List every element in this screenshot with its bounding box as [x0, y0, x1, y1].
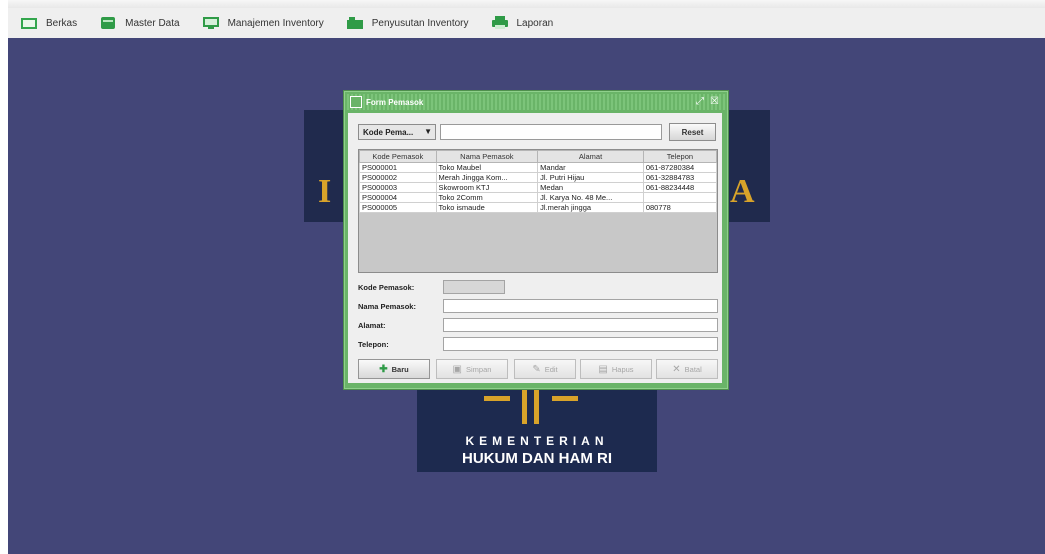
folder-icon [20, 16, 38, 30]
table-cell: 061-32884783 [642, 172, 718, 183]
simpan-button[interactable]: ▣ Simpan [436, 359, 508, 379]
cancel-icon: ✕ [672, 363, 681, 375]
logo-emblem [484, 384, 578, 424]
column-header[interactable]: Telepon [642, 150, 718, 163]
table-cell: Medan [537, 182, 644, 193]
search-field-combo[interactable]: Kode Pema... ▼ [358, 124, 436, 140]
table-cell: Toko 2Comm [435, 192, 539, 203]
table-cell [642, 192, 718, 203]
table-cell: PS000004 [359, 192, 437, 203]
menu-berkas[interactable]: Berkas [8, 11, 87, 35]
monitor-icon [202, 16, 220, 30]
column-header[interactable]: Alamat [537, 150, 644, 163]
table-row[interactable]: PS000005 Toko ismaude Jl.merah jingga 08… [359, 202, 718, 213]
column-header[interactable]: Nama Pemasok [435, 150, 539, 163]
logo-line2: HUKUM DAN HAM RI [462, 450, 612, 467]
table-cell: PS000003 [359, 182, 437, 193]
alamat-label: Alamat: [358, 321, 386, 330]
telepon-field[interactable] [443, 337, 718, 351]
table-cell: PS000001 [359, 162, 437, 173]
form-pemasok-window: Form Pemasok ⤢ ☒ Kode Pema... ▼ Reset Ko… [343, 90, 729, 390]
kode-label: Kode Pemasok: [358, 283, 415, 292]
window-title: Form Pemasok [366, 97, 424, 107]
nama-field[interactable] [443, 299, 718, 313]
table-cell: Jl. Karya No. 48 Me... [537, 192, 644, 203]
plus-icon: ✚ [379, 363, 388, 375]
logo-letter-right: A [730, 173, 755, 210]
chevron-down-icon: ▼ [424, 127, 432, 136]
pemasok-table[interactable]: Kode Pemasok Nama Pemasok Alamat Telepon… [358, 149, 718, 273]
trash-icon: ▤ [598, 363, 608, 375]
edit-button[interactable]: ✎ Edit [514, 359, 576, 379]
table-row[interactable]: PS000002 Merah Jingga Kom... Jl. Putri H… [359, 172, 718, 183]
printer-icon [491, 16, 509, 30]
search-input[interactable] [440, 124, 662, 140]
hapus-button[interactable]: ▤ Hapus [580, 359, 652, 379]
table-cell: 061-87280384 [642, 162, 718, 173]
database-icon [99, 16, 117, 30]
hapus-label: Hapus [611, 364, 634, 374]
menu-bar: Berkas Master Data Manajemen Inventory P… [8, 0, 1045, 39]
batal-label: Batal [684, 364, 702, 374]
column-header[interactable]: Kode Pemasok [359, 150, 437, 163]
window-titlebar[interactable]: Form Pemasok ⤢ ☒ [347, 94, 725, 110]
menu-penyusutan-inventory-label: Penyusutan Inventory [371, 17, 469, 29]
edit-label: Edit [544, 364, 558, 374]
telepon-label: Telepon: [358, 340, 389, 349]
edit-icon: ✎ [532, 363, 541, 375]
batal-button[interactable]: ✕ Batal [656, 359, 718, 379]
table-cell: Jl. Putri Hijau [537, 172, 644, 183]
table-row[interactable]: PS000003 Skowroom KTJ Medan 061-88234448 [359, 182, 718, 193]
menu-penyusutan-inventory[interactable]: Penyusutan Inventory [334, 11, 479, 35]
nama-label: Nama Pemasok: [358, 302, 416, 311]
baru-button[interactable]: ✚ Baru [358, 359, 430, 379]
logo-line1: KEMENTERIAN [465, 434, 609, 448]
table-cell: 061-88234448 [642, 182, 718, 193]
save-icon: ▣ [452, 363, 462, 375]
close-icon[interactable]: ☒ [710, 96, 719, 107]
menu-master-data-label: Master Data [125, 17, 180, 29]
menu-manajemen-inventory[interactable]: Manajemen Inventory [190, 11, 334, 35]
window-icon [350, 96, 362, 108]
table-cell: 080778 [642, 202, 718, 213]
table-cell: Jl.merah jingga [537, 202, 644, 213]
table-row[interactable]: PS000004 Toko 2Comm Jl. Karya No. 48 Me.… [359, 192, 718, 203]
baru-label: Baru [391, 364, 409, 374]
table-cell: PS000002 [359, 172, 437, 183]
kode-field [443, 280, 505, 294]
bar-chart-icon [346, 16, 364, 30]
table-cell: Toko Maubel [435, 162, 539, 173]
menu-laporan-label: Laporan [516, 17, 554, 29]
logo-letter-left: I [318, 173, 332, 210]
simpan-label: Simpan [466, 364, 492, 374]
menu-laporan[interactable]: Laporan [479, 11, 564, 35]
table-cell: Toko ismaude [435, 202, 539, 213]
menu-master-data[interactable]: Master Data [87, 11, 189, 35]
window-content: Kode Pema... ▼ Reset Kode Pemasok Nama P… [348, 113, 722, 383]
alamat-field[interactable] [443, 318, 718, 332]
table-cell: Skowroom KTJ [435, 182, 539, 193]
menu-berkas-label: Berkas [46, 17, 78, 29]
table-cell: Merah Jingga Kom... [435, 172, 539, 183]
table-row[interactable]: PS000001 Toko Maubel Mandar 061-87280384 [359, 162, 718, 173]
table-cell: PS000005 [359, 202, 437, 213]
table-cell: Mandar [537, 162, 644, 173]
maximize-icon[interactable]: ⤢ [696, 96, 704, 107]
reset-button[interactable]: Reset [669, 123, 716, 141]
menu-manajemen-inventory-label: Manajemen Inventory [227, 17, 324, 29]
combo-value: Kode Pema... [363, 127, 414, 137]
